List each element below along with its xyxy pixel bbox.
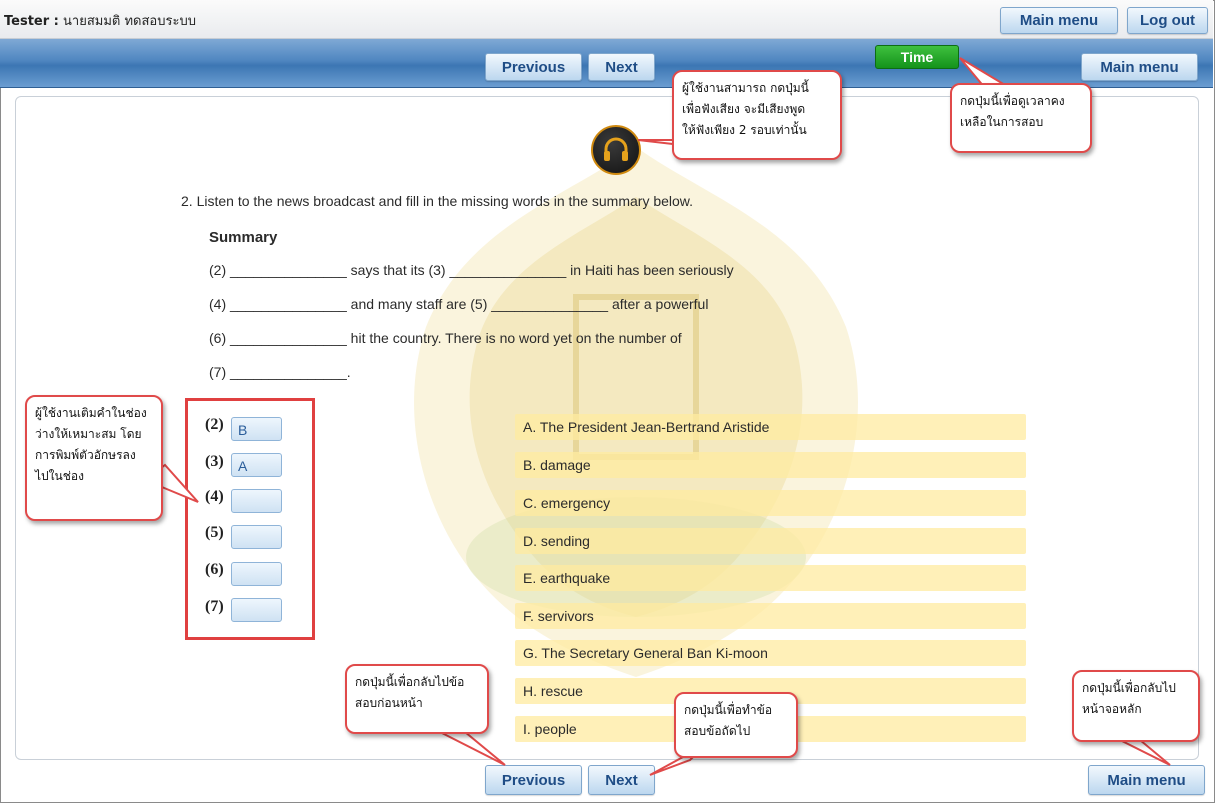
callout-line: กดปุ่มนี้เพื่อกลับไปข้อ (355, 675, 465, 689)
main-menu-callout: กดปุ่มนี้เพื่อกลับไป หน้าจอหลัก (1072, 670, 1200, 742)
callout-line: ให้ฟังเพียง 2 รอบเท่านั้น (682, 123, 807, 137)
callout-line: กดปุ่มนี้เพื่อกลับไป (1082, 681, 1176, 695)
fill-in-callout: ผู้ใช้งานเติมคำในช่อง ว่างให้เหมาะสม โดย… (25, 395, 163, 521)
callout-line: ว่างให้เหมาะสม โดย (35, 427, 142, 441)
callout-line: เหลือในการสอบ (960, 115, 1044, 129)
callout-line: ไปในช่อง (35, 469, 84, 483)
time-callout: กดปุ่มนี้เพื่อดูเวลาคง เหลือในการสอบ (950, 83, 1092, 153)
callout-line: ผู้ใช้งานสามารถ กดปุ่มนี้ (682, 81, 809, 95)
previous-callout-pointer (439, 731, 506, 766)
callout-line: หน้าจอหลัก (1082, 702, 1142, 716)
callout-line: ผู้ใช้งานเติมคำในช่อง (35, 406, 147, 420)
callout-line: เพื่อฟังเสียง จะมีเสียงพูด (682, 102, 806, 116)
audio-callout: ผู้ใช้งานสามารถ กดปุ่มนี้ เพื่อฟังเสียง … (672, 70, 842, 160)
next-callout: กดปุ่มนี้เพื่อทำข้อ สอบข้อถัดไป (674, 692, 798, 758)
main-menu-callout-pointer (1119, 739, 1171, 766)
callout-line: การพิมพ์ตัวอักษรลง (35, 448, 136, 462)
previous-callout: กดปุ่มนี้เพื่อกลับไปข้อ สอบก่อนหน้า (345, 664, 489, 734)
callout-line: กดปุ่มนี้เพื่อดูเวลาคง (960, 94, 1065, 108)
callout-line: สอบก่อนหน้า (355, 696, 423, 710)
callout-line: สอบข้อถัดไป (684, 724, 751, 738)
callout-line: กดปุ่มนี้เพื่อทำข้อ (684, 703, 773, 717)
